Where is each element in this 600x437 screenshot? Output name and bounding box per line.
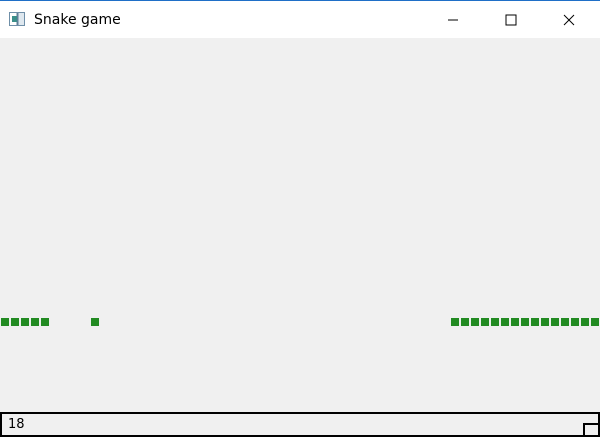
snake-segment	[541, 318, 549, 326]
snake-segment	[561, 318, 569, 326]
snake-segment	[551, 318, 559, 326]
food-pellet	[91, 318, 99, 326]
snake-segment	[471, 318, 479, 326]
snake-segment	[591, 318, 599, 326]
snake-segment	[521, 318, 529, 326]
snake-segment	[31, 318, 39, 326]
snake-segment	[501, 318, 509, 326]
maximize-button[interactable]	[488, 1, 534, 38]
snake-segment	[481, 318, 489, 326]
snake-game-window: Snake game 18	[0, 0, 600, 437]
resize-grip-icon[interactable]	[583, 423, 598, 437]
snake-segment	[1, 318, 9, 326]
snake-segment	[511, 318, 519, 326]
snake-segment	[11, 318, 19, 326]
minimize-button[interactable]	[430, 1, 476, 38]
snake-segment	[21, 318, 29, 326]
snake-segment	[461, 318, 469, 326]
snake-segment	[451, 318, 459, 326]
minimize-icon	[448, 19, 458, 20]
title-bar[interactable]: Snake game	[0, 0, 600, 38]
snake-segment	[571, 318, 579, 326]
window-title: Snake game	[34, 12, 121, 28]
snake-segment	[41, 318, 49, 326]
maximize-icon	[505, 14, 517, 25]
app-window-icon	[9, 12, 25, 26]
score-value: 18	[8, 417, 25, 432]
snake-segment	[531, 318, 539, 326]
snake-segment	[581, 318, 589, 326]
close-icon	[563, 14, 575, 25]
status-bar: 18	[0, 412, 600, 437]
game-board[interactable]	[0, 38, 600, 412]
snake-segment	[491, 318, 499, 326]
close-button[interactable]	[546, 1, 592, 38]
